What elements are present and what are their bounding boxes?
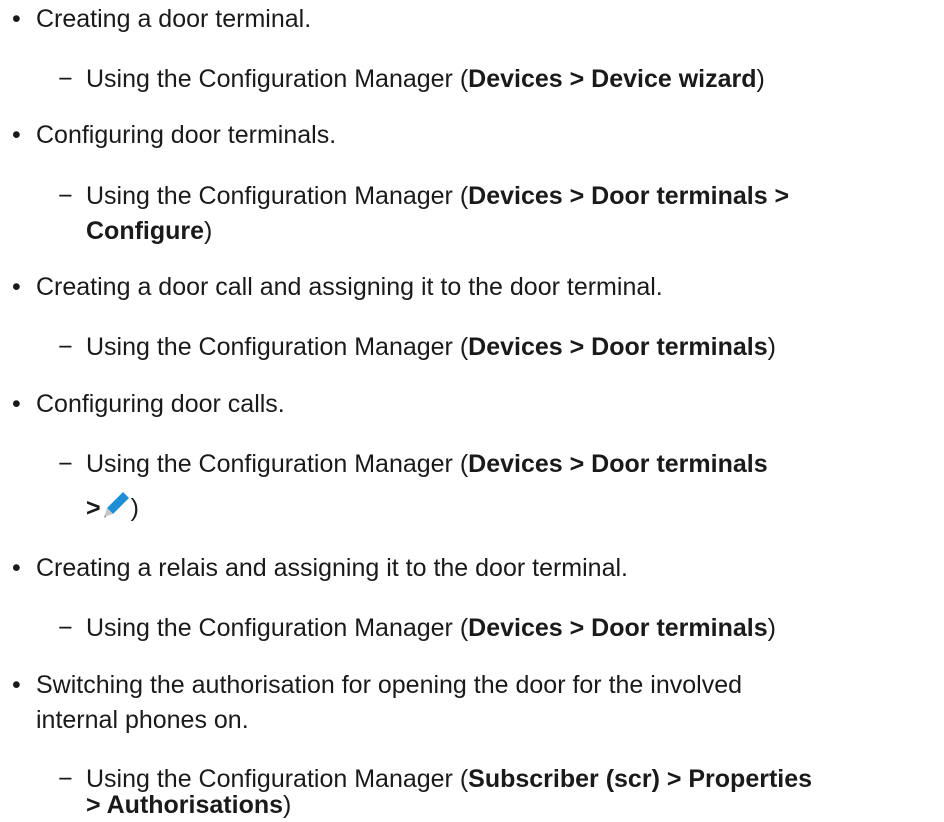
- pencil-icon: [101, 490, 131, 520]
- sub-item-text: Using the Configuration Manager (Devices…: [86, 614, 776, 642]
- menu-path: > Authorisations: [86, 791, 284, 819]
- sub-item-text: Using the Configuration Manager (Devices…: [86, 182, 790, 210]
- bullet: •: [12, 273, 21, 301]
- dash: −: [58, 333, 73, 361]
- menu-path: Devices > Door terminals: [468, 333, 768, 361]
- dash: −: [58, 65, 73, 93]
- menu-path: Configure: [86, 217, 205, 245]
- sub-item-text-continued: > Authorisations): [86, 791, 292, 819]
- bullet: •: [12, 121, 21, 149]
- menu-path: Subscriber (scr) > Properties: [468, 765, 813, 793]
- bullet: •: [12, 671, 21, 699]
- menu-path: >: [86, 494, 101, 522]
- bullet: •: [12, 5, 21, 33]
- list-item-text: Configuring door terminals.: [36, 121, 337, 149]
- menu-path: Devices > Door terminals >: [468, 182, 790, 210]
- menu-path: Devices > Door terminals: [468, 614, 768, 642]
- bullet: •: [12, 554, 21, 582]
- sub-item-text: Using the Configuration Manager (Devices…: [86, 65, 765, 93]
- sub-item-text: Using the Configuration Manager (Devices…: [86, 333, 776, 361]
- sub-item-text-continued: Configure): [86, 217, 213, 245]
- list-item-text: Creating a relais and assigning it to th…: [36, 554, 628, 582]
- menu-path: Devices > Device wizard: [468, 65, 757, 93]
- sub-item-text: Using the Configuration Manager (Devices…: [86, 450, 768, 478]
- list-item-text-continued: internal phones on.: [36, 706, 249, 734]
- list-item-text: Switching the authorisation for opening …: [36, 671, 743, 699]
- dash: −: [58, 450, 73, 478]
- sub-item-text-continued: >): [86, 490, 139, 525]
- bullet: •: [12, 390, 21, 418]
- list-item-text: Configuring door calls.: [36, 390, 285, 418]
- dash: −: [58, 765, 73, 793]
- menu-path: Devices > Door terminals: [468, 450, 768, 478]
- list-item-text: Creating a door call and assigning it to…: [36, 273, 663, 301]
- dash: −: [58, 614, 73, 642]
- list-item-text: Creating a door terminal.: [36, 5, 312, 33]
- dash: −: [58, 182, 73, 210]
